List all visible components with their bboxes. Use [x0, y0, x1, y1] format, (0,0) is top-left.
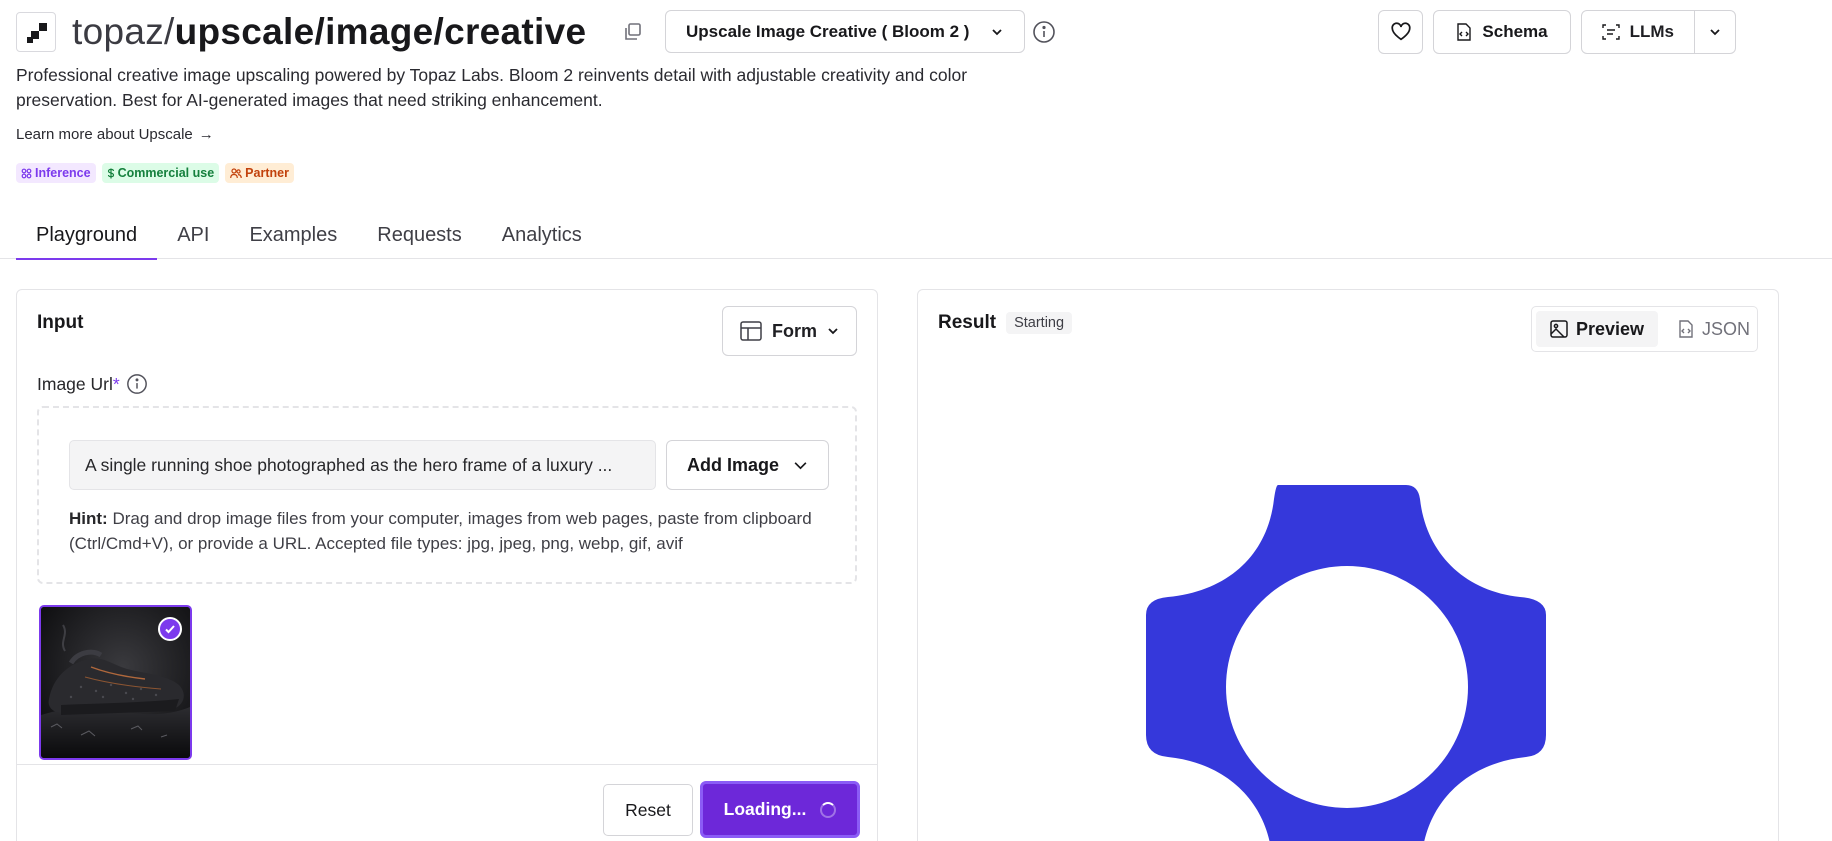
heart-icon [1391, 22, 1411, 41]
image-thumbnail[interactable] [39, 605, 192, 760]
tab-api[interactable]: API [157, 216, 229, 260]
required-mark: * [112, 373, 120, 394]
arrow-right-icon: → [198, 126, 214, 143]
image-url-input[interactable]: A single running shoe photographed as th… [69, 440, 656, 490]
model-select-label: Upscale Image Creative ( Bloom 2 ) [686, 21, 970, 41]
preview-tab[interactable]: Preview [1536, 311, 1659, 347]
image-dropzone[interactable]: A single running shoe photographed as th… [37, 406, 857, 584]
page-title: topaz/upscale/image/creative [72, 10, 586, 54]
llms-dropdown-button[interactable] [1695, 11, 1735, 53]
dollar-icon [107, 168, 114, 178]
result-view-toggle: Preview JSON [1531, 306, 1758, 352]
result-header: Result Starting [938, 312, 1073, 334]
inference-badge: Inference [16, 163, 96, 183]
tab-requests[interactable]: Requests [357, 216, 482, 260]
llms-label: LLMs [1629, 22, 1674, 41]
image-url-label: Image Url* [37, 373, 148, 395]
schema-label: Schema [1482, 22, 1548, 41]
partner-badge: Partner [225, 163, 294, 183]
llms-split-button: LLMs [1580, 10, 1736, 54]
chevron-down-icon [992, 28, 1002, 35]
preview-label: Preview [1576, 318, 1645, 339]
llms-button[interactable]: LLMs [1582, 11, 1695, 53]
tab-playground[interactable]: Playground [16, 216, 158, 260]
schema-button[interactable]: Schema [1433, 10, 1571, 54]
learn-more-label: Learn more about Upscale [16, 126, 193, 143]
upload-hint: Hint: Drag and drop image files from you… [69, 509, 812, 553]
users-icon [230, 167, 242, 178]
page-tabs: Playground API Examples Requests Analyti… [16, 216, 602, 260]
network-icon [21, 168, 32, 178]
header: topaz/upscale/image/creative Upscale Ima… [16, 10, 1796, 54]
chevron-down-icon [828, 328, 838, 335]
reset-button[interactable]: Reset [603, 784, 693, 836]
json-tab[interactable]: JSON [1664, 311, 1764, 347]
text-scan-icon [1601, 24, 1620, 40]
chevron-down-icon [794, 461, 807, 469]
result-panel: Result Starting Preview JSON [917, 289, 1779, 841]
info-icon[interactable] [126, 373, 148, 395]
json-label: JSON [1702, 318, 1751, 339]
image-icon [1550, 320, 1568, 338]
status-badge: Starting [1006, 312, 1073, 334]
form-label: Form [772, 320, 817, 341]
chevron-down-icon [1710, 29, 1720, 36]
model-owner: topaz/ [72, 11, 175, 52]
spinner-icon [820, 801, 837, 818]
file-code-icon [1679, 320, 1693, 338]
fal-logo[interactable] [16, 12, 56, 52]
add-image-label: Add Image [686, 454, 779, 475]
logo-icon [27, 23, 47, 43]
run-label: Loading... [723, 799, 807, 819]
tab-examples[interactable]: Examples [229, 216, 357, 260]
form-mode-button[interactable]: Form [722, 306, 857, 356]
badges: Inference Commercial use Partner [16, 163, 294, 183]
input-footer-divider [17, 764, 877, 765]
model-description: Professional creative image upscaling po… [16, 65, 968, 110]
run-button[interactable]: Loading... [700, 781, 860, 838]
add-image-button[interactable]: Add Image [666, 440, 829, 490]
input-panel: Input Form Image Url* A single running s… [16, 289, 878, 841]
learn-more-link[interactable]: Learn more about Upscale → [16, 126, 214, 143]
selected-check-icon [158, 617, 182, 641]
header-actions: Schema LLMs [1378, 10, 1736, 54]
model-select[interactable]: Upscale Image Creative ( Bloom 2 ) [665, 10, 1025, 53]
favorite-button[interactable] [1378, 10, 1424, 54]
model-name: upscale/image/creative [174, 11, 587, 52]
file-code-icon [1457, 23, 1472, 41]
tab-analytics[interactable]: Analytics [482, 216, 602, 260]
copy-icon[interactable] [622, 21, 644, 43]
info-icon[interactable] [1032, 20, 1056, 44]
commercial-use-badge: Commercial use [101, 163, 220, 183]
loading-logo-icon [1146, 485, 1546, 841]
layout-icon [740, 321, 762, 341]
result-title: Result [938, 312, 997, 333]
input-title: Input [37, 312, 84, 333]
